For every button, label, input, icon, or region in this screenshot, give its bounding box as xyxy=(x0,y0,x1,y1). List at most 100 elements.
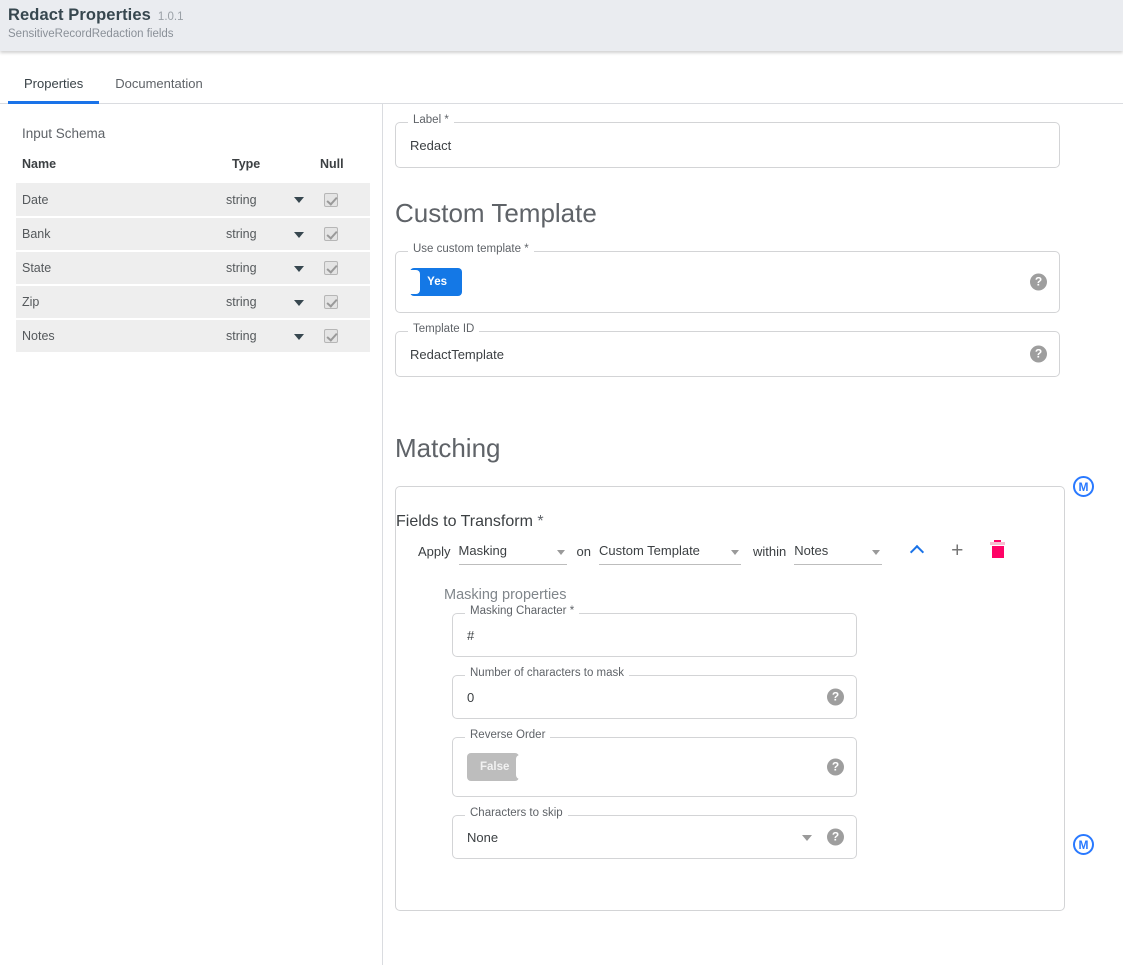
within-word: within xyxy=(753,544,786,565)
masking-character-legend-text: Masking Character xyxy=(470,605,567,617)
column-header-type: Type xyxy=(226,157,318,183)
table-header-row: Name Type Null xyxy=(16,157,370,183)
field-name: Zip xyxy=(16,285,226,319)
required-marker: * xyxy=(570,605,574,617)
use-custom-template-toggle[interactable]: Yes xyxy=(410,268,462,296)
characters-to-skip-legend: Characters to skip xyxy=(465,808,568,820)
table-row: Zip string xyxy=(16,285,370,319)
fields-to-transform-legend: Fields to Transform * xyxy=(396,513,544,530)
help-icon[interactable]: ? xyxy=(1030,346,1047,363)
fields-to-transform-card: Fields to Transform * Apply Masking on C… xyxy=(395,486,1065,911)
field-type-select[interactable]: string xyxy=(226,251,318,285)
chevron-down-icon xyxy=(731,550,739,555)
macro-badge[interactable]: M xyxy=(1073,476,1094,497)
template-id-input[interactable]: RedactTemplate xyxy=(396,332,1059,376)
body: Input Schema Name Type Null Date string xyxy=(0,104,1123,965)
transform-target-select[interactable]: Custom Template xyxy=(599,543,741,565)
label-field-input[interactable]: Redact xyxy=(396,123,1059,167)
help-icon[interactable]: ? xyxy=(827,689,844,706)
help-icon[interactable]: ? xyxy=(827,829,844,846)
trash-icon xyxy=(991,542,1004,558)
page-title: Redact Properties xyxy=(8,6,151,25)
number-of-characters-legend: Number of characters to mask xyxy=(465,668,629,680)
tabbar: Properties Documentation xyxy=(0,51,1123,104)
transform-field-value: Notes xyxy=(794,543,828,558)
tab-properties[interactable]: Properties xyxy=(8,77,99,103)
plus-icon: + xyxy=(951,540,963,561)
table-row: Date string xyxy=(16,183,370,217)
field-type-value: string xyxy=(226,329,257,343)
field-type-select[interactable]: string xyxy=(226,217,318,251)
nullable-checkbox[interactable] xyxy=(324,329,338,343)
apply-word: Apply xyxy=(418,544,451,565)
reverse-order-toggle[interactable]: False xyxy=(467,753,519,781)
chevron-up-icon xyxy=(910,545,924,559)
field-type-select[interactable]: string xyxy=(226,183,318,217)
custom-template-heading: Custom Template xyxy=(395,198,1123,229)
toggle-label: False xyxy=(473,761,516,773)
column-header-null: Null xyxy=(318,157,370,183)
field-type-value: string xyxy=(226,193,257,207)
tab-documentation[interactable]: Documentation xyxy=(99,77,218,103)
masking-character-input[interactable]: # xyxy=(453,614,856,656)
field-type-value: string xyxy=(226,261,257,275)
column-header-name: Name xyxy=(16,157,226,183)
template-id-field[interactable]: Template ID RedactTemplate ? xyxy=(395,331,1060,377)
masking-character-field[interactable]: Masking Character * # xyxy=(452,613,857,657)
masking-character-legend: Masking Character * xyxy=(465,606,579,618)
chevron-down-icon xyxy=(872,550,880,555)
add-rule-button[interactable]: + xyxy=(944,537,970,563)
transform-field-select[interactable]: Notes xyxy=(794,543,882,565)
label-field[interactable]: Label * Redact xyxy=(395,122,1060,168)
on-word: on xyxy=(577,544,591,565)
app-header: Redact Properties 1.0.1 SensitiveRecordR… xyxy=(0,0,1123,51)
field-null-cell[interactable] xyxy=(318,285,370,319)
field-name: Notes xyxy=(16,319,226,353)
number-of-characters-field[interactable]: Number of characters to mask 0 ? xyxy=(452,675,857,719)
field-null-cell[interactable] xyxy=(318,183,370,217)
field-name: Date xyxy=(16,183,226,217)
characters-to-skip-field[interactable]: Characters to skip None ? xyxy=(452,815,857,859)
delete-rule-button[interactable] xyxy=(984,537,1010,563)
chevron-down-icon xyxy=(557,550,565,555)
matching-heading: Matching xyxy=(395,433,1123,464)
chevron-down-icon xyxy=(294,266,304,272)
nullable-checkbox[interactable] xyxy=(324,227,338,241)
required-marker: * xyxy=(537,513,543,530)
transform-target-value: Custom Template xyxy=(599,543,700,558)
properties-pane: Label * Redact Custom Template Use custo… xyxy=(383,104,1123,965)
field-null-cell[interactable] xyxy=(318,217,370,251)
plugin-subtitle: SensitiveRecordRedaction fields xyxy=(8,28,1123,40)
field-null-cell[interactable] xyxy=(318,251,370,285)
help-icon[interactable]: ? xyxy=(1030,274,1047,291)
field-type-value: string xyxy=(226,295,257,309)
transform-rule-row: Apply Masking on Custom Template within … xyxy=(396,531,1064,565)
field-type-select[interactable]: string xyxy=(226,285,318,319)
input-schema-pane: Input Schema Name Type Null Date string xyxy=(0,104,383,965)
header-title-row: Redact Properties 1.0.1 xyxy=(8,6,1123,25)
field-type-select[interactable]: string xyxy=(226,319,318,353)
chevron-down-icon xyxy=(294,197,304,203)
transform-type-value: Masking xyxy=(459,543,507,558)
collapse-rule-button[interactable] xyxy=(904,537,930,563)
nullable-checkbox[interactable] xyxy=(324,261,338,275)
macro-badge[interactable]: M xyxy=(1073,834,1094,855)
plugin-version: 1.0.1 xyxy=(158,11,184,23)
nullable-checkbox[interactable] xyxy=(324,295,338,309)
chevron-down-icon xyxy=(294,232,304,238)
toggle-label: Yes xyxy=(420,276,454,288)
use-custom-template-legend-text: Use custom template xyxy=(413,243,521,255)
field-null-cell[interactable] xyxy=(318,319,370,353)
use-custom-template-field: Use custom template * Yes ? xyxy=(395,251,1060,313)
input-schema-title: Input Schema xyxy=(22,126,370,141)
nullable-checkbox[interactable] xyxy=(324,193,338,207)
table-row: Notes string xyxy=(16,319,370,353)
number-of-characters-input[interactable]: 0 xyxy=(453,676,856,718)
label-field-legend: Label * xyxy=(408,115,454,127)
help-icon[interactable]: ? xyxy=(827,759,844,776)
reverse-order-legend: Reverse Order xyxy=(465,730,550,742)
transform-type-select[interactable]: Masking xyxy=(459,543,567,565)
table-row: Bank string xyxy=(16,217,370,251)
characters-to-skip-value[interactable]: None xyxy=(453,816,856,858)
toggle-knob xyxy=(405,270,420,294)
